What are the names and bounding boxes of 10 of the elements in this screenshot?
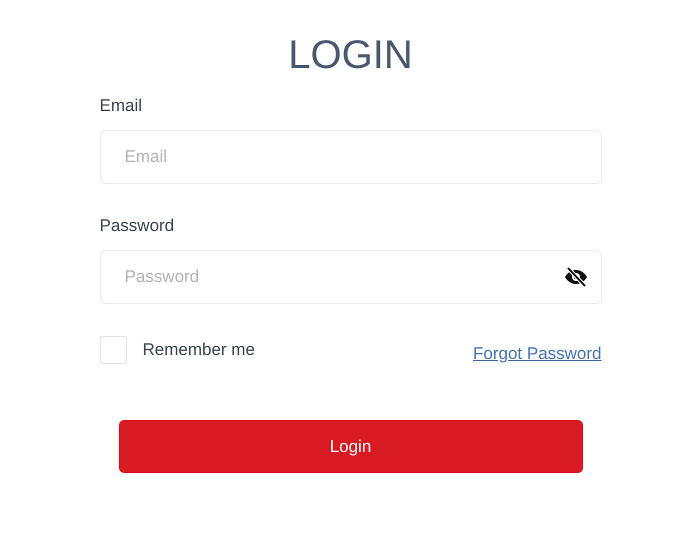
field-label: Password: [100, 216, 176, 236]
eye-slash-icon[interactable]: [564, 265, 588, 289]
field-label: Email: [100, 96, 144, 116]
checkbox-label: Remember me: [142, 340, 255, 360]
form-title: LOGIN: [287, 32, 414, 79]
checkbox[interactable]: [100, 336, 126, 364]
login-button[interactable]: Login: [118, 420, 582, 473]
forgot-password-link[interactable]: Forgot Password: [473, 344, 602, 364]
password-field[interactable]: Password: [100, 250, 602, 304]
email-field[interactable]: Email: [100, 130, 602, 184]
